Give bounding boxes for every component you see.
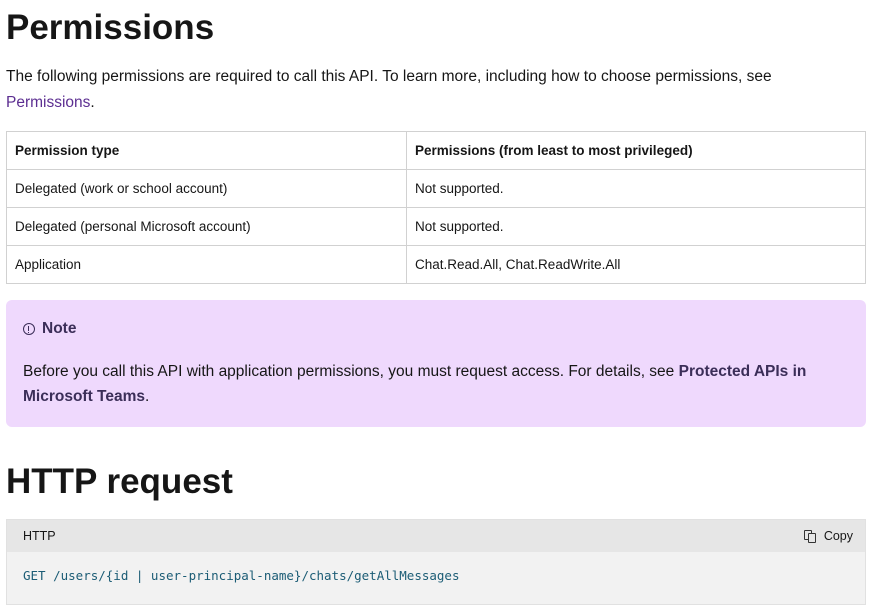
note-body: Before you call this API with applicatio…	[23, 359, 850, 409]
table-row: Delegated (work or school account) Not s…	[6, 169, 866, 208]
header-permission-type: Permission type	[6, 131, 407, 170]
table-row: Application Chat.Read.All, Chat.ReadWrit…	[6, 245, 866, 284]
permissions-intro: The following permissions are required t…	[6, 64, 846, 116]
note-callout: Note Before you call this API with appli…	[6, 300, 866, 427]
table-cell-permissions: Not supported.	[406, 207, 866, 246]
permissions-table: Permission type Permissions (from least …	[6, 131, 866, 284]
table-cell-type: Application	[6, 245, 407, 284]
code-header: HTTP Copy	[7, 520, 865, 552]
http-request-heading: HTTP request	[6, 462, 233, 501]
intro-text: The following permissions are required t…	[6, 68, 772, 85]
table-row: Delegated (personal Microsoft account) N…	[6, 207, 866, 246]
copy-icon	[803, 529, 817, 543]
note-text: Before you call this API with applicatio…	[23, 363, 679, 380]
code-text: GET /users/{id | user-principal-name}/ch…	[23, 568, 460, 583]
permissions-heading: Permissions	[6, 8, 215, 47]
table-cell-type: Delegated (personal Microsoft account)	[6, 207, 407, 246]
table-header-row: Permission type Permissions (from least …	[6, 131, 866, 170]
info-icon	[23, 323, 35, 335]
copy-label: Copy	[823, 529, 853, 543]
note-title: Note	[42, 320, 77, 337]
table-cell-type: Delegated (work or school account)	[6, 169, 407, 208]
code-block: HTTP Copy GET /users/{id | user-principa…	[6, 519, 866, 605]
header-permissions: Permissions (from least to most privileg…	[406, 131, 866, 170]
code-language-label: HTTP	[23, 529, 56, 543]
intro-suffix: .	[90, 94, 95, 111]
note-suffix: .	[145, 388, 150, 405]
copy-button[interactable]: Copy	[803, 529, 853, 543]
note-header: Note	[23, 320, 850, 338]
table-cell-permissions: Chat.Read.All, Chat.ReadWrite.All	[406, 245, 866, 284]
table-cell-permissions: Not supported.	[406, 169, 866, 208]
permissions-link[interactable]: Permissions	[6, 94, 90, 111]
